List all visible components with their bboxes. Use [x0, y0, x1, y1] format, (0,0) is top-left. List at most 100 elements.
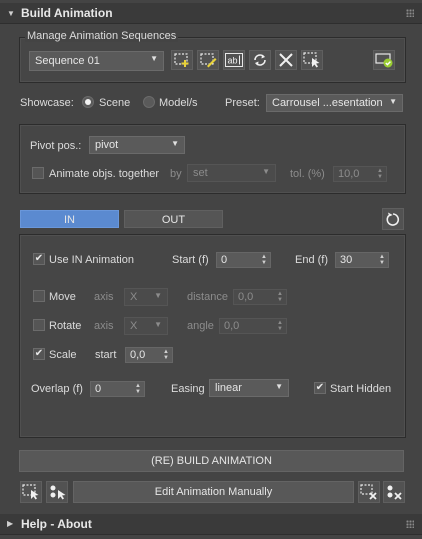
confirm-sequence-icon — [375, 53, 393, 68]
by-label: by — [170, 168, 182, 180]
by-select[interactable]: set ▼ — [187, 164, 276, 182]
chevron-down-icon: ▼ — [154, 320, 162, 329]
svg-text:ab: ab — [228, 56, 238, 66]
rebuild-animation-button[interactable]: (RE) BUILD ANIMATION — [19, 450, 404, 472]
add-sequence-button[interactable] — [171, 50, 193, 70]
showcase-option-scene: Scene — [99, 97, 131, 109]
rotate-axis-select[interactable]: X ▼ — [124, 317, 168, 335]
start-spinner[interactable]: 0 ▲ ▼ — [216, 252, 271, 268]
reset-button[interactable] — [382, 208, 404, 230]
edit-animation-manually-button[interactable]: Edit Animation Manually — [73, 481, 354, 503]
tol-spinner[interactable]: 10,0 ▲ ▼ — [333, 166, 387, 182]
edit-animation-manually-label: Edit Animation Manually — [154, 486, 273, 498]
confirm-sequence-button[interactable] — [373, 50, 395, 70]
tab-out-label: OUT — [161, 214, 186, 226]
spinner-arrows-icon: ▲ ▼ — [135, 383, 141, 395]
distance-value: 0,0 — [238, 291, 254, 303]
edit-sequence-button[interactable] — [197, 50, 219, 70]
sequence-select-value: Sequence 01 — [35, 55, 100, 67]
select-objects-icon — [22, 484, 39, 500]
sequence-select[interactable]: Sequence 01 ▼ — [29, 51, 164, 71]
reset-icon — [386, 212, 400, 226]
scale-start-value: 0,0 — [130, 349, 146, 361]
preset-select-value: Carrousel ...esentation — [272, 97, 383, 109]
select-sequence-icon — [303, 52, 320, 68]
distance-spinner[interactable]: 0,0 ▲ ▼ — [233, 289, 287, 305]
end-spinner[interactable]: 30 ▲ ▼ — [335, 252, 389, 268]
showcase-label: Showcase: — [20, 97, 74, 109]
showcase-option-models: Model/s — [159, 97, 198, 109]
end-value: 30 — [340, 254, 353, 266]
animate-together-checkbox[interactable] — [32, 167, 44, 179]
easing-label: Easing — [171, 383, 205, 395]
overlap-spinner[interactable]: 0 ▲ ▼ — [90, 381, 145, 397]
select-sequence-button[interactable] — [301, 50, 323, 70]
scale-label: Scale — [49, 349, 77, 361]
spinner-arrows-icon: ▲ ▼ — [379, 254, 385, 266]
delete-icon — [279, 53, 293, 67]
remove-keys-icon — [387, 485, 402, 500]
rename-sequence-button[interactable]: ab — [223, 50, 245, 70]
by-select-value: set — [193, 167, 208, 179]
move-axis-select[interactable]: X ▼ — [124, 288, 168, 306]
chevron-down-icon: ▼ — [262, 167, 270, 176]
rollout-title: Build Animation — [21, 6, 113, 20]
tol-value: 10,0 — [338, 168, 360, 180]
grip-icon[interactable] — [406, 520, 414, 528]
move-axis-value: X — [130, 291, 138, 303]
preset-select[interactable]: Carrousel ...esentation ▼ — [266, 94, 403, 112]
angle-label: angle — [187, 320, 214, 332]
grip-icon[interactable] — [406, 9, 414, 17]
spinner-arrows-icon: ▲ ▼ — [261, 254, 267, 266]
rotate-axis-label: axis — [94, 320, 114, 332]
angle-value: 0,0 — [224, 320, 240, 332]
spinner-arrows-icon: ▲ ▼ — [163, 349, 169, 361]
rollout-title: Help - About — [21, 517, 92, 531]
start-value: 0 — [221, 254, 228, 266]
remove-selection-icon — [360, 484, 377, 500]
overlap-value: 0 — [95, 383, 102, 395]
chevron-down-icon: ▼ — [389, 97, 397, 106]
scale-start-spinner[interactable]: 0,0 ▲ ▼ — [125, 347, 173, 363]
start-hidden-checkbox[interactable]: ✔ — [314, 382, 326, 394]
select-keys-button[interactable] — [46, 481, 68, 503]
spinner-arrows-icon: ▲ ▼ — [277, 291, 283, 303]
rollout-header-build-animation[interactable]: ▼ Build Animation — [0, 3, 422, 24]
showcase-radio-models[interactable] — [143, 96, 155, 108]
pivot-select[interactable]: pivot ▼ — [89, 136, 185, 154]
chevron-down-icon: ▼ — [171, 139, 179, 148]
remove-selection-button[interactable] — [358, 481, 380, 503]
rebuild-animation-label: (RE) BUILD ANIMATION — [151, 455, 272, 467]
move-label: Move — [49, 291, 76, 303]
showcase-radio-scene[interactable] — [82, 96, 94, 108]
select-objects-button[interactable] — [20, 481, 42, 503]
collapse-arrow-icon: ▼ — [7, 9, 15, 18]
delete-sequence-button[interactable] — [275, 50, 297, 70]
use-in-animation-checkbox[interactable]: ✔ — [33, 253, 45, 265]
expand-arrow-icon: ▶ — [7, 519, 14, 528]
chevron-down-icon: ▼ — [150, 54, 158, 63]
rename-sequence-icon: ab — [225, 53, 243, 67]
move-checkbox[interactable] — [33, 290, 45, 302]
easing-select-value: linear — [215, 382, 242, 394]
chevron-down-icon: ▼ — [275, 382, 283, 391]
animate-together-label: Animate objs. together — [49, 168, 160, 180]
start-label: Start (f) — [172, 254, 209, 266]
rotate-label: Rotate — [49, 320, 82, 332]
remove-keys-button[interactable] — [383, 481, 405, 503]
start-hidden-label: Start Hidden — [330, 383, 392, 395]
rotate-checkbox[interactable] — [33, 319, 45, 331]
easing-select[interactable]: linear ▼ — [209, 379, 289, 397]
chevron-down-icon: ▼ — [154, 291, 162, 300]
refresh-button[interactable] — [249, 50, 271, 70]
add-sequence-icon — [174, 53, 189, 67]
tol-label: tol. (%) — [290, 168, 325, 180]
rollout-header-help-about[interactable]: ▶ Help - About — [0, 514, 422, 535]
scale-checkbox[interactable]: ✔ — [33, 348, 45, 360]
angle-spinner[interactable]: 0,0 ▲ ▼ — [219, 318, 287, 334]
tab-out[interactable]: OUT — [124, 210, 223, 228]
move-axis-label: axis — [94, 291, 114, 303]
preset-label: Preset: — [225, 97, 260, 109]
tab-in[interactable]: IN — [20, 210, 119, 228]
scale-start-label: start — [95, 349, 117, 361]
